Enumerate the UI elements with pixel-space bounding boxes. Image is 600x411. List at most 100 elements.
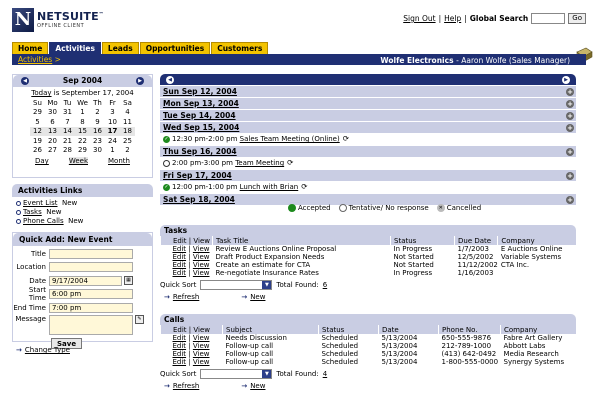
calendar-day[interactable]: 10 [105,117,120,127]
view-link[interactable]: View [193,253,210,261]
add-event-icon[interactable]: + [566,87,574,96]
location-field[interactable] [49,262,133,272]
calendar-day[interactable]: 1 [75,108,90,118]
edit-link[interactable]: Edit [173,334,187,342]
calendar-day[interactable]: 15 [75,126,90,136]
change-type-link[interactable]: Change Type [25,346,70,354]
calendar-day[interactable]: 3 [105,108,120,118]
day-link[interactable]: Tue Sep 14, 2004 [163,111,236,120]
day-row[interactable]: Fri Sep 17, 2004 + [160,170,576,181]
edit-link[interactable]: Edit [173,261,187,269]
view-link[interactable]: View [193,261,210,269]
new-task-link[interactable]: New [250,293,265,301]
new-call-link[interactable]: New [250,382,265,390]
help-link[interactable]: Help [444,14,461,23]
tasks-link[interactable]: Tasks [23,208,42,216]
calendar-day[interactable]: 23 [90,136,105,146]
calendar-day[interactable]: 26 [30,146,45,156]
view-link[interactable]: View [193,358,210,366]
calendar-day[interactable]: 2 [120,146,135,156]
col-header[interactable]: Company [497,236,576,245]
new-task-link[interactable]: New [46,208,61,216]
calendar-day[interactable]: 16 [90,126,105,136]
edit-link[interactable]: Edit [173,358,187,366]
day-link[interactable]: Thu Sep 16, 2004 [163,147,237,156]
tab-leads[interactable]: Leads [101,42,139,54]
calendar-day[interactable]: 6 [45,117,60,127]
edit-link[interactable]: Edit [173,253,187,261]
quick-sort-select[interactable]: ▼ [200,280,273,290]
calendar-day-today[interactable]: 17 [105,126,120,136]
calendar-day[interactable]: 13 [45,126,60,136]
calendar-day[interactable]: 25 [120,136,135,146]
new-call-link[interactable]: New [68,217,83,225]
calendar-day[interactable]: 27 [45,146,60,156]
refresh-link[interactable]: Refresh [173,382,199,390]
date-field[interactable]: 9/17/2004 [49,275,122,286]
today-link[interactable]: Today [31,89,51,97]
calendar-day[interactable]: 9 [90,117,105,127]
calendar-day[interactable]: 12 [30,126,45,136]
calendar-day[interactable]: 29 [30,108,45,118]
day-link[interactable]: Sat Sep 18, 2004 [163,195,235,204]
add-event-icon[interactable]: + [566,123,574,132]
expand-editor-icon[interactable]: ✎ [135,315,144,324]
calendar-day[interactable]: 28 [60,146,75,156]
col-header[interactable]: Phone No. [438,325,501,334]
next-month-icon[interactable]: ▶ [136,77,144,85]
prev-week-icon[interactable]: ◀ [166,75,174,84]
new-event-link[interactable]: New [62,199,77,207]
tab-opportunities[interactable]: Opportunities [139,42,211,54]
calendar-day[interactable]: 1 [105,146,120,156]
prev-month-icon[interactable]: ◀ [21,77,29,85]
edit-link[interactable]: Edit [173,342,187,350]
day-link[interactable]: Wed Sep 15, 2004 [163,123,239,132]
end-time-field[interactable]: 7:00 pm [49,302,133,313]
calendar-day[interactable]: 2 [90,108,105,118]
title-field[interactable] [49,248,133,259]
next-week-icon[interactable]: ▶ [562,75,570,84]
calendar-day[interactable]: 11 [120,117,135,127]
view-month-link[interactable]: Month [108,157,130,165]
view-link[interactable]: View [193,269,210,277]
total-found-count[interactable]: 6 [323,281,327,289]
view-day-link[interactable]: Day [35,157,49,165]
col-header[interactable]: Company [500,325,576,334]
view-link[interactable]: View [193,245,210,253]
calendar-day[interactable]: 18 [120,126,135,136]
day-row[interactable]: Wed Sep 15, 2004 + [160,122,576,133]
tab-customers[interactable]: Customers [211,42,269,54]
col-header[interactable]: Subject [222,325,319,334]
day-link[interactable]: Fri Sep 17, 2004 [163,171,232,180]
sign-out-link[interactable]: Sign Out [403,14,435,23]
event-link[interactable]: Team Meeting [235,159,284,167]
start-time-field[interactable]: 6:00 pm [49,289,133,299]
event-list-link[interactable]: Event List [23,199,58,207]
calendar-day[interactable]: 21 [60,136,75,146]
edit-link[interactable]: Edit [173,245,187,253]
event-link[interactable]: Sales Team Meeting (Online) [240,135,340,143]
calendar-day[interactable]: 8 [75,117,90,127]
calendar-day[interactable]: 29 [75,146,90,156]
event-link[interactable]: Lunch with Brian [240,183,299,191]
add-event-icon[interactable]: + [566,195,574,204]
calendar-day[interactable]: 20 [45,136,60,146]
edit-link[interactable]: Edit [173,269,187,277]
col-header[interactable]: Due Date [453,236,498,245]
calendar-day[interactable]: 5 [30,117,45,127]
col-header[interactable]: Task Title [212,236,391,245]
col-header[interactable]: Date [378,325,439,334]
tab-home[interactable]: Home [12,42,49,54]
day-row[interactable]: Mon Sep 13, 2004 + [160,98,576,109]
day-link[interactable]: Mon Sep 13, 2004 [163,99,239,108]
calendar-day[interactable]: 30 [90,146,105,156]
go-button[interactable]: Go [568,13,586,24]
phone-calls-link[interactable]: Phone Calls [23,217,64,225]
refresh-link[interactable]: Refresh [173,293,199,301]
day-link[interactable]: Sun Sep 12, 2004 [163,87,237,96]
add-event-icon[interactable]: + [566,147,574,156]
calendar-day[interactable]: 19 [30,136,45,146]
add-event-icon[interactable]: + [566,99,574,108]
view-link[interactable]: View [193,350,210,358]
view-link[interactable]: View [193,342,210,350]
